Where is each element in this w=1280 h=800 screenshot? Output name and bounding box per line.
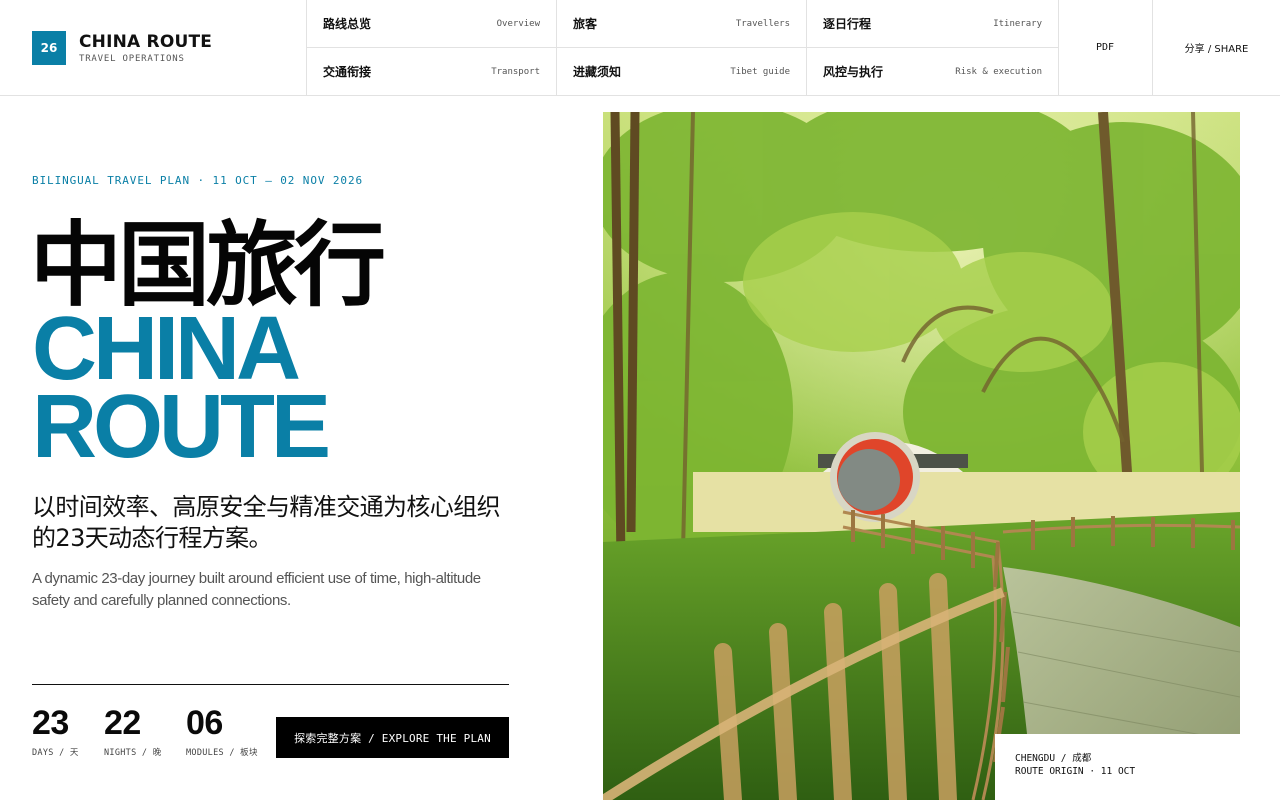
photo-caption-location: CHENGDU / 成都 — [1015, 753, 1092, 764]
nav-item-transport[interactable]: 交通衔接 Transport — [307, 48, 557, 95]
nav-label-zh: 进藏须知 — [573, 65, 622, 79]
photo-caption-note: ROUTE ORIGIN · 11 OCT — [1015, 766, 1136, 777]
stats-divider — [32, 684, 509, 685]
main-nav: 路线总览 Overview 旅客 Travellers 逐日行程 Itinera… — [306, 0, 1059, 95]
pdf-button[interactable]: PDF — [1058, 0, 1153, 95]
nav-item-overview[interactable]: 路线总览 Overview — [307, 0, 557, 48]
brand-badge: 26 — [32, 30, 66, 65]
nav-label-en: Transport — [491, 66, 540, 77]
nav-label-zh: 逐日行程 — [823, 17, 872, 31]
brand-subtitle: TRAVEL OPERATIONS — [79, 53, 185, 64]
nav-label-zh: 路线总览 — [323, 17, 372, 31]
nav-item-tibet-guide[interactable]: 进藏须知 Tibet guide — [557, 48, 807, 95]
brand-text: CHINA ROUTE TRAVEL OPERATIONS — [79, 32, 212, 64]
brand[interactable]: 26 CHINA ROUTE TRAVEL OPERATIONS — [0, 0, 306, 95]
nav-label-en: Travellers — [735, 18, 790, 29]
stat-label: DAYS / 天 — [32, 748, 79, 758]
stat-label: MODULES / 板块 — [186, 748, 258, 758]
nav-label-zh: 交通衔接 — [323, 65, 372, 79]
stat-value: 22 — [104, 704, 141, 742]
nav-item-risk-execution[interactable]: 风控与执行 Risk & execution — [807, 48, 1059, 95]
nav-label-en: Tibet guide — [730, 66, 790, 77]
hero-lead-en: A dynamic 23-day journey built around ef… — [32, 570, 481, 609]
stat-days: 23 DAYS / 天 — [32, 704, 79, 758]
hero-lead-zh: 以时间效率、高原安全与精准交通为核心组织的23天动态行程方案。 — [32, 493, 501, 552]
top-header: 26 CHINA ROUTE TRAVEL OPERATIONS 路线总览 Ov… — [0, 0, 1280, 96]
stat-value: 06 — [186, 704, 223, 742]
photo-caption: CHENGDU / 成都 ROUTE ORIGIN · 11 OCT — [995, 734, 1240, 800]
nav-label-en: Risk & execution — [955, 66, 1042, 77]
stat-label: NIGHTS / 晚 — [104, 748, 162, 758]
stat-nights: 22 NIGHTS / 晚 — [104, 704, 162, 758]
hero-title-en-line2: ROUTE — [32, 377, 331, 477]
hero-eyebrow: BILINGUAL TRAVEL PLAN · 11 OCT — 02 NOV … — [32, 174, 363, 187]
share-button[interactable]: 分享 / SHARE — [1153, 0, 1280, 95]
brand-title: CHINA ROUTE — [79, 31, 213, 52]
nav-label-zh: 风控与执行 — [823, 65, 884, 79]
photo-illustration — [603, 112, 1240, 800]
nav-label-en: Overview — [496, 18, 540, 29]
stat-modules: 06 MODULES / 板块 — [186, 704, 258, 758]
nav-label-en: Itinerary — [993, 18, 1042, 29]
bamboo-garden-photo — [603, 112, 1240, 800]
stat-value: 23 — [32, 704, 69, 742]
explore-plan-button[interactable]: 探索完整方案 / EXPLORE THE PLAN — [276, 717, 509, 758]
nav-label-zh: 旅客 — [573, 17, 598, 31]
nav-item-travellers[interactable]: 旅客 Travellers — [557, 0, 807, 48]
nav-item-itinerary[interactable]: 逐日行程 Itinerary — [807, 0, 1059, 48]
